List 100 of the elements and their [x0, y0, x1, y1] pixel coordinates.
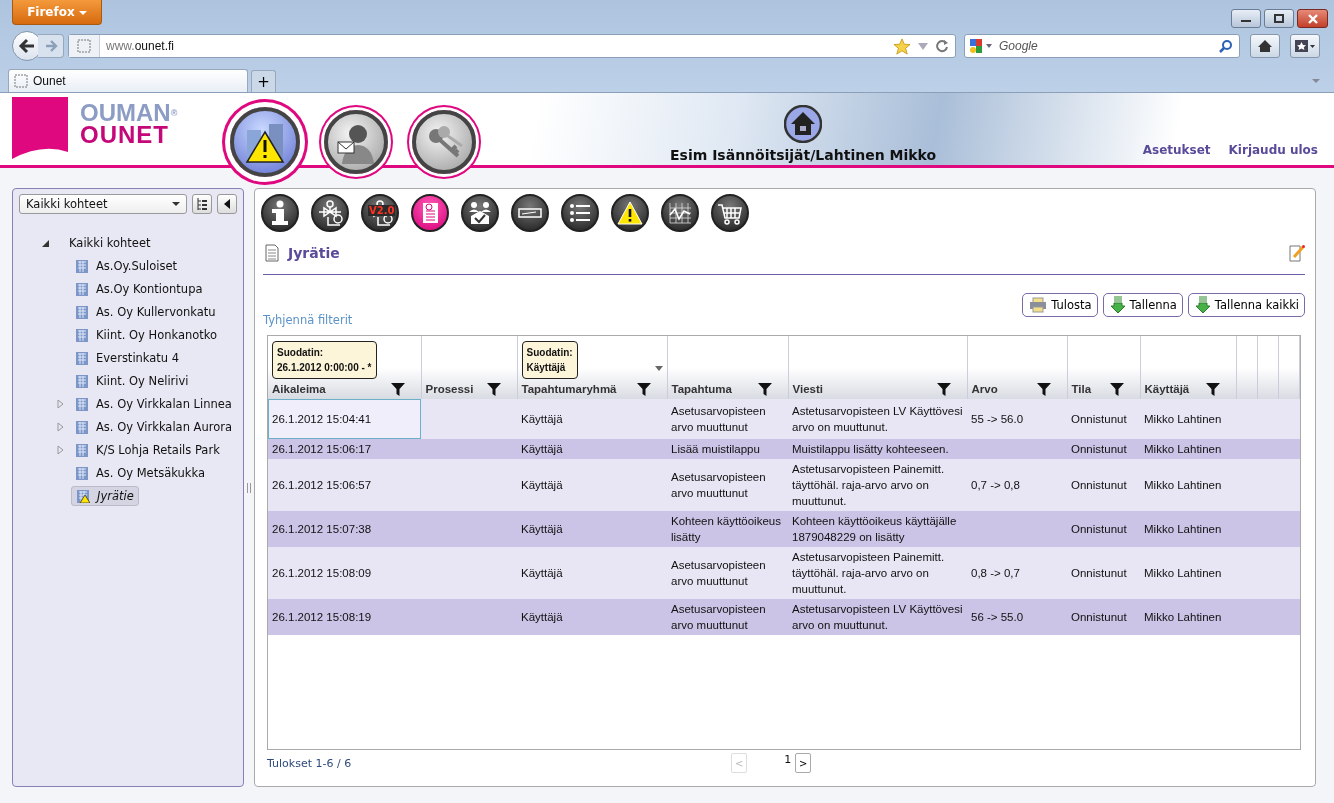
next-page-button[interactable]: > [795, 753, 812, 773]
table-row[interactable]: 26.1.2012 15:08:19 Käyttäjä Asetusarvopisteen arvo muuttunut Astetusarvopisteen LV Käyttövesi arvo on muuttunut. 56 -> 55.0 Onnistunut Mikko Lahtinen [268, 599, 1300, 635]
collapse-panel-button[interactable] [217, 194, 237, 214]
new-tab-button[interactable]: + [251, 70, 276, 92]
page-number[interactable]: 1 [751, 752, 792, 766]
filter-tag[interactable]: Suodatin: Käyttäjä [521, 341, 578, 379]
logo-text: OUNET [80, 124, 170, 146]
filter-icon[interactable] [757, 382, 772, 396]
tree-item[interactable]: Kiint. Oy Nelirivi [71, 371, 193, 390]
close-icon [1306, 13, 1319, 24]
warning-tool-button[interactable] [611, 194, 649, 232]
filter-icon[interactable] [636, 382, 651, 396]
filter-tag[interactable]: Suodatin: 26.1.2012 0:00:00 - * [272, 341, 377, 379]
bookmarks-button[interactable] [1290, 34, 1320, 58]
table-cell: Astetusarvopisteen Painemitt. täyttöhäl. raja-arvo arvo on muuttunut. [792, 463, 945, 507]
tree-item[interactable]: Everstinkatu 4 [71, 348, 184, 367]
bookmark-star-icon [1294, 39, 1316, 53]
valve-tool-button[interactable] [311, 194, 349, 232]
column-header[interactable]: Käyttäjä [1140, 336, 1236, 399]
search-icon[interactable] [1219, 39, 1233, 53]
table-cell: 26.1.2012 15:07:38 [272, 523, 372, 535]
table-cell: Asetusarvopisteen arvo muuttunut [671, 603, 766, 631]
cart-tool-button[interactable] [711, 194, 749, 232]
chart-tool-button[interactable] [661, 194, 699, 232]
filter-icon[interactable] [486, 382, 501, 396]
table-cell: Onnistunut [1071, 523, 1127, 535]
column-header[interactable]: Prosessi [421, 336, 517, 399]
filter-icon[interactable] [936, 382, 951, 396]
device-tool-button[interactable] [511, 194, 549, 232]
save-button[interactable]: Tallenna kaikki [1187, 293, 1305, 317]
tree-icon [196, 197, 208, 211]
filter-icon[interactable] [1109, 382, 1124, 396]
table-cell: Kohteen käyttöoikeus lisätty [671, 515, 781, 543]
table-cell: Käyttäjä [521, 567, 563, 579]
filter-icon[interactable] [1036, 382, 1051, 396]
table-row[interactable]: 26.1.2012 15:08:09 Käyttäjä Asetusarvopisteen arvo muuttunut Astetusarvopisteen Painemitt. täyttöhäl. raja-arvo arvo on muuttunut. 0,8 -> 0,7 Onnistunut Mikko Lahtinen [268, 547, 1300, 599]
table-cell: Kohteen käyttöoikeus käyttäjälle 1879048229 on lisätty [792, 515, 957, 543]
filter-icon[interactable] [1205, 382, 1220, 396]
column-header[interactable]: Viesti [788, 336, 967, 399]
table-cell: Muistilappu lisätty kohteeseen. [792, 443, 949, 455]
home-icon[interactable] [784, 105, 823, 143]
table-cell: 26.1.2012 15:04:41 [272, 413, 372, 425]
table-row[interactable]: 26.1.2012 15:04:41 Käyttäjä Asetusarvopisteen arvo muuttunut Astetusarvopisteen LV Käyttövesi arvo on muuttunut. 55 -> 56.0 Onnistunut Mikko Lahtinen [268, 399, 1300, 439]
column-header[interactable]: Arvo [967, 336, 1067, 399]
edit-note-icon[interactable] [1289, 244, 1305, 262]
tree-item[interactable]: As.Oy.Suloiset [71, 256, 181, 275]
table-row[interactable]: 26.1.2012 15:06:57 Käyttäjä Asetusarvopisteen arvo muuttunut Astetusarvopisteen Painemitt. täyttöhäl. raja-arvo arvo on muuttunut. 0,7 -> 0,8 Onnistunut Mikko Lahtinen [268, 459, 1300, 511]
table-cell: Onnistunut [1071, 567, 1127, 579]
valve-icon [316, 199, 344, 227]
info-tool-button[interactable] [261, 194, 299, 232]
expand-icon[interactable] [42, 239, 49, 247]
maximize-button[interactable] [1264, 9, 1294, 28]
search-field[interactable]: Google [964, 34, 1240, 58]
tree-item[interactable]: As.Oy Kontiontupa [71, 279, 207, 298]
header-link[interactable]: Asetukset [1142, 143, 1211, 157]
browser-tab[interactable]: Ounet [8, 69, 248, 92]
minimize-button[interactable] [1231, 9, 1261, 28]
table-cell: Onnistunut [1071, 413, 1127, 425]
print-button[interactable]: Tulosta [1022, 293, 1098, 317]
table-cell: Käyttäjä [521, 443, 563, 455]
column-header[interactable]: Tila [1067, 336, 1140, 399]
save-button[interactable]: Tallenna [1102, 293, 1183, 317]
home-button[interactable] [1250, 34, 1280, 58]
site-dropdown[interactable]: Kaikki kohteet [19, 194, 187, 214]
report-tool-button[interactable] [411, 194, 449, 232]
search-engine-icon[interactable] [969, 38, 995, 54]
back-arrow-icon [18, 38, 36, 54]
logo-block-icon [12, 97, 68, 159]
reload-icon[interactable] [935, 39, 949, 53]
warning-icon [616, 199, 644, 227]
tree-item[interactable]: As. Oy Kullervonkatu [71, 302, 220, 321]
star-icon[interactable] [893, 37, 911, 55]
dropdown-icon[interactable] [654, 366, 663, 371]
tree-item[interactable]: Kiint. Oy Honkanotko [71, 325, 222, 344]
tree-item[interactable]: Kaikki kohteet [69, 236, 151, 250]
user-name: Esim Isännöitsijät/Lahtinen Mikko [670, 147, 937, 163]
column-header[interactable]: Suodatin: 26.1.2012 0:00:00 - * Aikaleima [268, 336, 421, 399]
close-button[interactable] [1297, 9, 1328, 28]
table-cell: 26.1.2012 15:08:09 [272, 567, 372, 579]
table-cell: 56 -> 55.0 [971, 611, 1024, 623]
table-row[interactable]: 26.1.2012 15:07:38 Käyttäjä Kohteen käyttöoikeus lisätty Kohteen käyttöoikeus käyttäjälle 1879048229 on lisätty Onnistunut Mikko Lahtinen [268, 511, 1300, 547]
tree-item[interactable]: As. Oy Virkkalan Aurora [71, 417, 236, 436]
tree-item[interactable]: Jyrätie [71, 485, 139, 506]
valve-tool-button[interactable]: V2.0 [361, 194, 399, 232]
table-cell: Mikko Lahtinen [1144, 443, 1222, 455]
column-header[interactable]: Suodatin: Käyttäjä Tapahtumaryhmä [517, 336, 667, 399]
filter-icon[interactable] [390, 382, 405, 396]
column-header[interactable]: Tapahtuma [667, 336, 788, 399]
list-tool-button[interactable] [561, 194, 599, 232]
table-cell: Onnistunut [1071, 443, 1127, 455]
table-row[interactable]: 26.1.2012 15:06:17 Käyttäjä Lisää muistilappu Muistilappu lisätty kohteeseen. Onnistunut Mikko Lahtinen [268, 439, 1300, 459]
header-link[interactable]: Kirjaudu ulos [1228, 143, 1318, 157]
table-cell: Mikko Lahtinen [1144, 479, 1222, 491]
forward-arrow-icon [43, 39, 58, 53]
users-tool-button[interactable] [461, 194, 499, 232]
address-bar[interactable]: www.ounet.fi [68, 34, 956, 58]
tree-item[interactable]: K/S Lohja Retails Park [71, 440, 224, 459]
tree-view-button[interactable] [192, 194, 212, 214]
tree-item[interactable]: As. Oy Metsäkukka [71, 463, 209, 482]
tree-item[interactable]: As. Oy Virkkalan Linnea [71, 394, 236, 413]
